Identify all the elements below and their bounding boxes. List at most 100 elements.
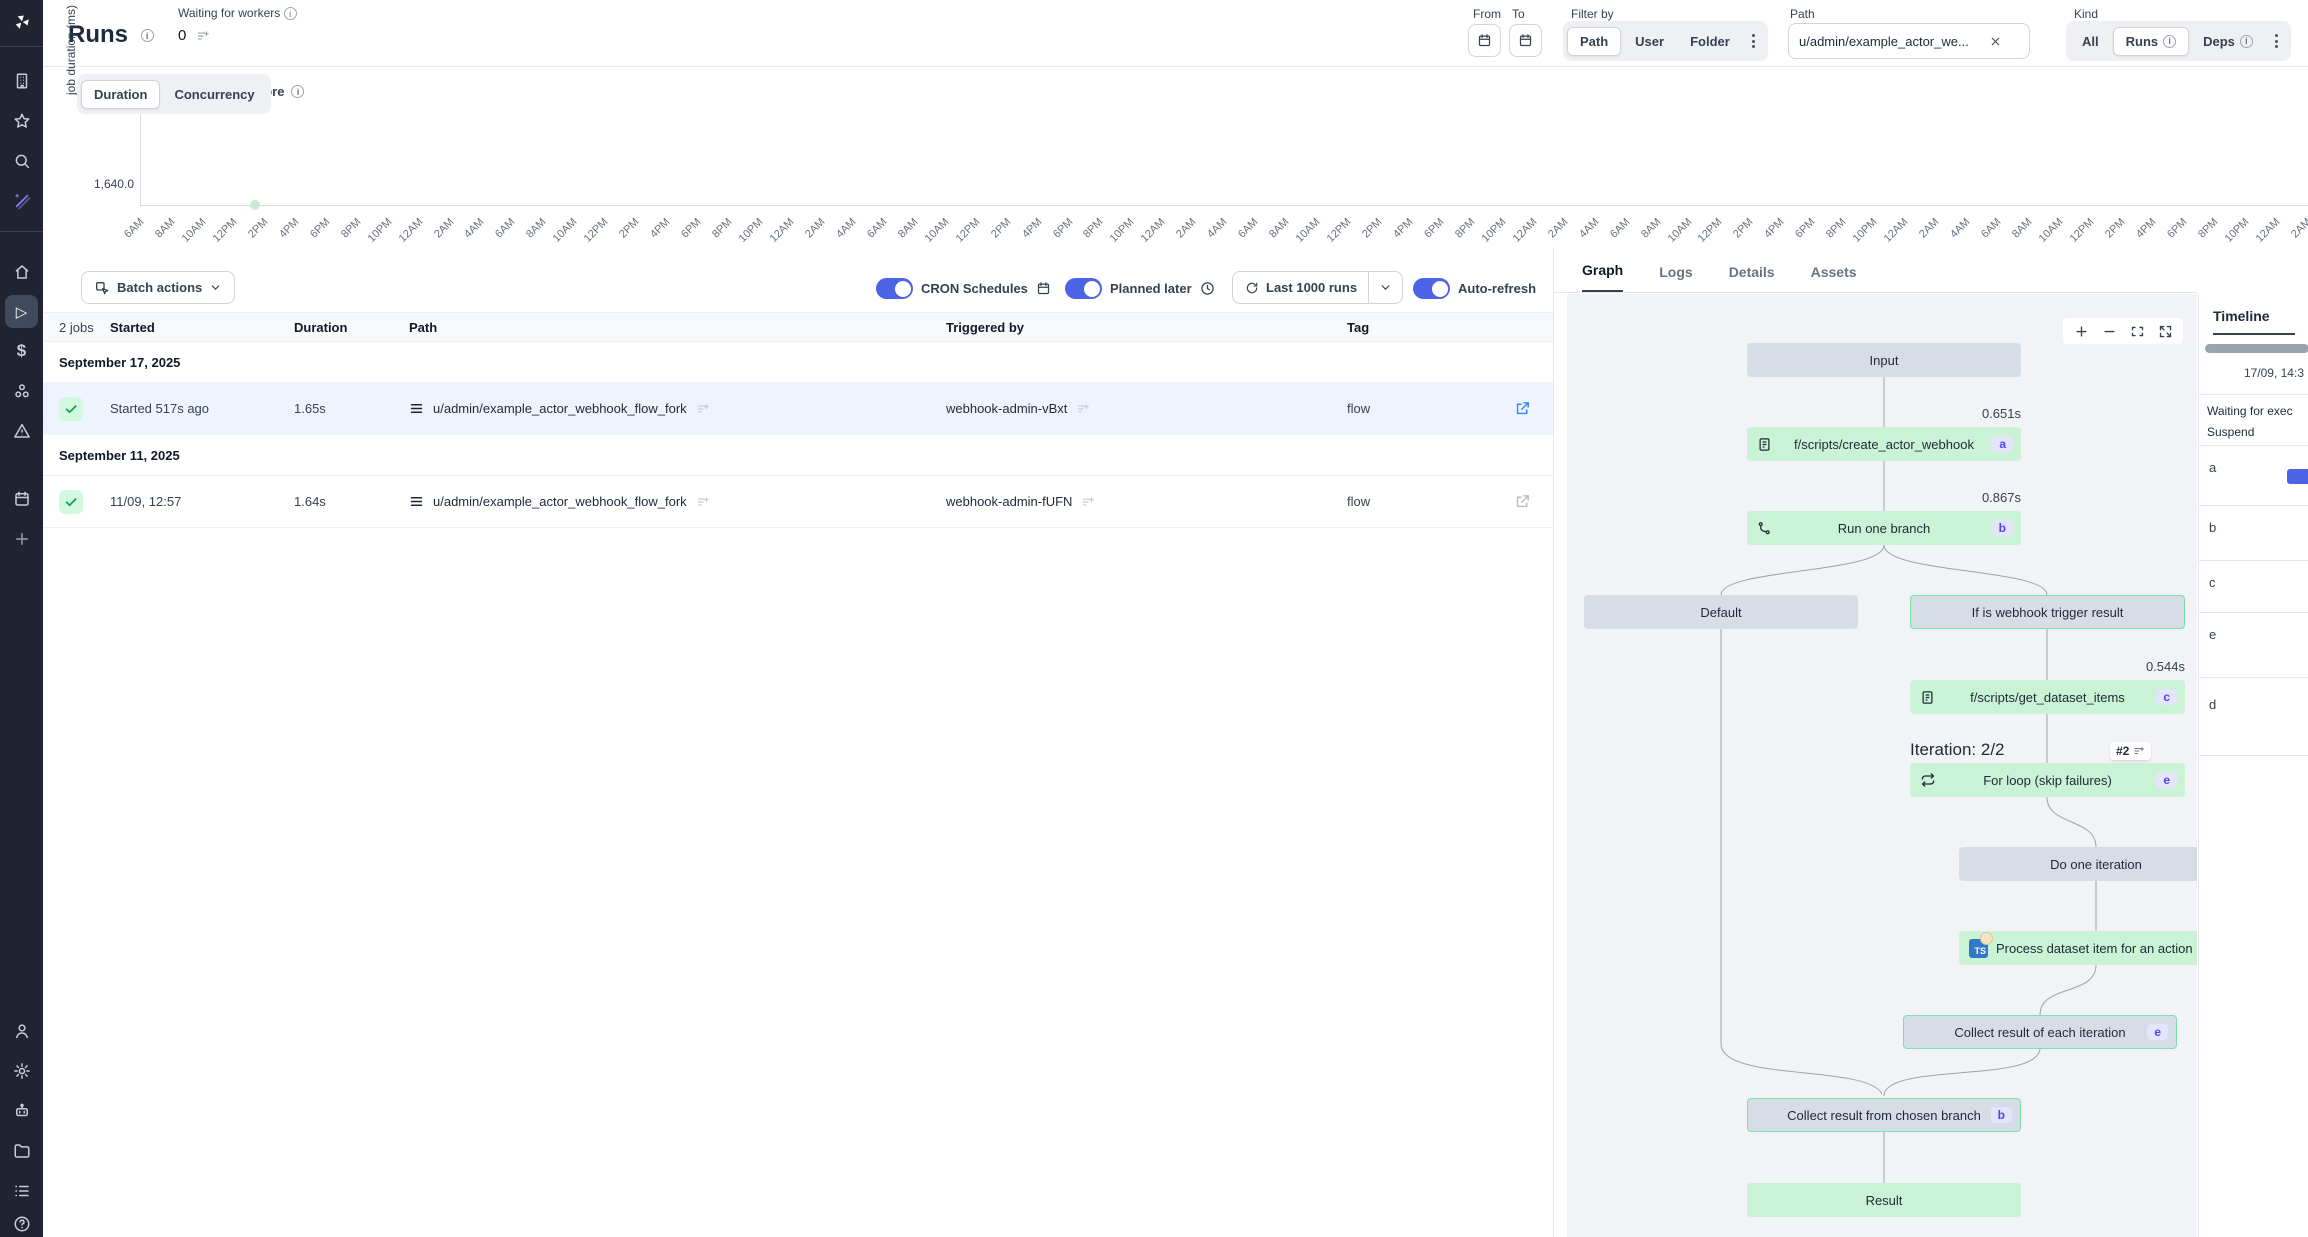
chart-x-tick: 2AM — [1917, 216, 1941, 240]
clock-icon — [1200, 281, 1215, 296]
sidebar-item-folders[interactable] — [0, 1131, 43, 1171]
fit-view-icon[interactable] — [2125, 320, 2149, 342]
sidebar-item-apps[interactable] — [0, 61, 43, 101]
kind-tab-deps[interactable]: Depsi — [2191, 28, 2265, 55]
path-filter-input[interactable] — [1799, 34, 1989, 49]
flow-node-c[interactable]: f/scripts/get_dataset_items c — [1910, 680, 2185, 714]
run-started: 11/09, 12:57 — [110, 494, 181, 509]
run-triggered-by: webhook-admin-vBxt — [946, 401, 1090, 416]
kind-tab-all[interactable]: All — [2070, 28, 2111, 55]
timeline-title[interactable]: Timeline — [2213, 308, 2295, 335]
sidebar-item-settings[interactable] — [0, 1051, 43, 1091]
info-icon[interactable]: i — [141, 29, 154, 42]
last-runs-dropdown[interactable] — [1368, 271, 1402, 304]
kind-kebab-menu[interactable] — [2275, 34, 2279, 48]
filter-tab-user[interactable]: User — [1623, 28, 1676, 55]
flow-node-forloop[interactable]: For loop (skip failures) e — [1910, 763, 2185, 797]
planned-later-toggle-row: Planned later — [1065, 278, 1215, 299]
flow-node-default-branch[interactable]: Default — [1584, 595, 1858, 629]
from-date-button[interactable] — [1468, 24, 1501, 57]
col-started[interactable]: Started — [110, 320, 155, 335]
tab-duration[interactable]: Duration — [81, 80, 160, 109]
planned-later-toggle[interactable] — [1065, 278, 1102, 299]
filter-by-trigger-icon[interactable] — [1076, 402, 1090, 416]
flow-node-a[interactable]: f/scripts/create_actor_webhook a — [1747, 427, 2021, 461]
chart-x-tick: 6AM — [1979, 216, 2003, 240]
clear-path-icon[interactable] — [1989, 35, 2002, 48]
timeline-row-label: c — [2209, 575, 2216, 590]
col-duration[interactable]: Duration — [294, 320, 347, 335]
filter-tab-folder[interactable]: Folder — [1678, 28, 1742, 55]
filter-tab-path[interactable]: Path — [1567, 27, 1621, 56]
sidebar-item-add[interactable] — [0, 519, 43, 559]
typescript-icon: TS — [1969, 939, 1988, 958]
flow-node-collect-branch[interactable]: Collect result from chosen branch b — [1747, 1098, 2021, 1132]
tab-assets[interactable]: Assets — [1811, 264, 1857, 292]
filter-by-path-icon[interactable] — [696, 495, 710, 509]
hamburger-icon[interactable] — [409, 494, 424, 509]
table-row[interactable]: 11/09, 12:57 1.64s u/admin/example_actor… — [43, 476, 1553, 528]
tab-logs[interactable]: Logs — [1659, 264, 1692, 292]
tab-graph[interactable]: Graph — [1582, 262, 1623, 292]
sidebar-item-variables[interactable]: $ — [0, 331, 43, 371]
run-path[interactable]: u/admin/example_actor_webhook_flow_fork — [409, 494, 710, 509]
sidebar-item-runs[interactable]: ▷ — [5, 295, 38, 328]
filter-by-trigger-icon[interactable] — [1081, 495, 1095, 509]
timeline-row-label: a — [2209, 460, 2216, 475]
sidebar-item-audit[interactable] — [0, 411, 43, 451]
filter-icon[interactable] — [196, 29, 210, 43]
sidebar-item-user[interactable] — [0, 1011, 43, 1051]
open-run-icon[interactable] — [1514, 400, 1531, 417]
timeline-scrollbar[interactable] — [2205, 344, 2308, 353]
windmill-logo-icon[interactable] — [0, 0, 43, 44]
flow-node-result[interactable]: Result — [1747, 1183, 2021, 1217]
last-runs-button[interactable]: Last 1000 runs — [1232, 271, 1403, 304]
sidebar-item-favorites[interactable] — [0, 101, 43, 141]
flow-node-collect-iteration[interactable]: Collect result of each iteration e — [1903, 1015, 2177, 1049]
search-icon[interactable] — [0, 141, 43, 181]
flow-graph-canvas[interactable]: Input 0.651s f/scripts/create_actor_webh… — [1567, 294, 2197, 1237]
chart-x-tick: 2PM — [1731, 216, 1755, 240]
sidebar-item-home[interactable] — [0, 252, 43, 292]
chart-x-tick: 2AM — [2289, 216, 2308, 240]
zoom-out-icon[interactable] — [2097, 320, 2121, 342]
chart-x-tick: 12PM — [211, 216, 240, 245]
col-path[interactable]: Path — [409, 320, 437, 335]
col-triggered-by[interactable]: Triggered by — [946, 320, 1024, 335]
chart-y-axis-label: job duration (ms) — [64, 5, 78, 95]
help-icon[interactable] — [0, 1211, 43, 1237]
sidebar-item-resources[interactable] — [0, 371, 43, 411]
flow-node-process-item[interactable]: TS Process dataset item for an action — [1959, 931, 2197, 965]
kind-tab-runs[interactable]: Runsi — [2113, 27, 2190, 56]
filter-by-path-icon[interactable] — [696, 402, 710, 416]
batch-actions-button[interactable]: Batch actions — [81, 271, 235, 304]
filter-kebab-menu[interactable] — [1752, 34, 1756, 48]
info-icon[interactable]: i — [284, 7, 297, 20]
iteration-selector[interactable]: #2 — [2110, 742, 2151, 760]
table-row[interactable]: Started 517s ago 1.65s u/admin/example_a… — [43, 383, 1553, 435]
flow-node-if-branch[interactable]: If is webhook trigger result — [1910, 595, 2185, 629]
chart-x-tick: 6PM — [1793, 216, 1817, 240]
expand-graph-icon[interactable] — [2153, 320, 2177, 342]
iteration-label: Iteration: 2/2 — [1910, 740, 2005, 760]
flow-node-input[interactable]: Input — [1747, 343, 2021, 377]
sidebar-item-schedules[interactable] — [0, 479, 43, 519]
sidebar-item-workers[interactable] — [0, 1091, 43, 1131]
cron-schedules-toggle[interactable] — [876, 278, 913, 299]
flow-node-b[interactable]: Run one branch b — [1747, 511, 2021, 545]
chart-x-tick: 12PM — [1325, 216, 1354, 245]
run-path[interactable]: u/admin/example_actor_webhook_flow_fork — [409, 401, 710, 416]
auto-refresh-toggle[interactable] — [1413, 278, 1450, 299]
open-run-icon[interactable] — [1514, 493, 1531, 510]
tab-details[interactable]: Details — [1729, 264, 1775, 292]
tab-concurrency[interactable]: Concurrency — [162, 81, 266, 108]
zoom-in-icon[interactable] — [2069, 320, 2093, 342]
flow-node-do-one-iteration[interactable]: Do one iteration — [1959, 847, 2197, 881]
hamburger-icon[interactable] — [409, 401, 424, 416]
chart-x-tick: 6PM — [1422, 216, 1446, 240]
col-tag[interactable]: Tag — [1347, 320, 1369, 335]
chart-x-tick: 4PM — [1762, 216, 1786, 240]
sidebar-item-logs[interactable] — [0, 1171, 43, 1211]
to-date-button[interactable] — [1509, 24, 1542, 57]
timeline-bar-a[interactable] — [2287, 469, 2308, 484]
